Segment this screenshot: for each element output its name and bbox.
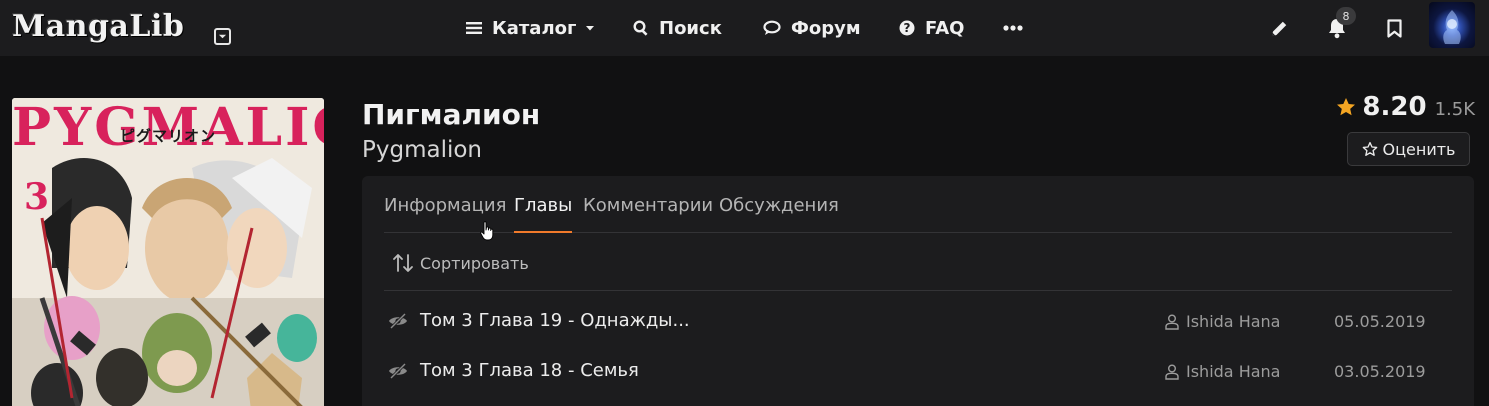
rating-votes: 1.5K bbox=[1434, 99, 1475, 120]
chapter-title[interactable]: Том 3 Глава 18 - Семья bbox=[420, 360, 639, 381]
nav-faq[interactable]: ? FAQ bbox=[899, 0, 964, 56]
manga-title: Пигмалион bbox=[362, 98, 541, 131]
rate-button-label: Оценить bbox=[1382, 139, 1456, 159]
tab-comments[interactable]: Комментарии bbox=[583, 195, 713, 233]
nav-more-button[interactable] bbox=[1003, 0, 1033, 56]
chat-icon bbox=[763, 20, 781, 35]
manga-subtitle: Pygmalion bbox=[362, 137, 483, 163]
manga-cover-image: PYGMALION ピグマリオン 3 bbox=[12, 98, 324, 406]
nav-faq-label: FAQ bbox=[925, 17, 965, 39]
chapter-uploader[interactable]: Ishida Hana bbox=[1165, 312, 1280, 331]
hand-cursor-icon bbox=[480, 221, 494, 241]
bookmark-icon[interactable] bbox=[1382, 16, 1406, 40]
star-icon bbox=[1337, 98, 1356, 116]
nav-catalog[interactable]: Каталог bbox=[466, 0, 595, 56]
star-outline-icon bbox=[1362, 141, 1377, 156]
tab-chapters[interactable]: Главы bbox=[514, 195, 573, 233]
content-panel: Информация Главы Комментарии Обсуждения … bbox=[362, 176, 1474, 406]
user-icon bbox=[1165, 364, 1179, 380]
nav-forum-label: Форум bbox=[791, 17, 861, 39]
chapter-row[interactable]: Том 3 Глава 19 - Однажды... Ishida Hana … bbox=[384, 298, 1452, 348]
list-icon bbox=[466, 22, 482, 34]
logo-dropdown-icon[interactable] bbox=[214, 28, 231, 45]
user-icon bbox=[1165, 314, 1179, 330]
ellipsis-icon bbox=[1003, 25, 1023, 31]
notifications-badge: 8 bbox=[1336, 7, 1356, 25]
uploader-name: Ishida Hana bbox=[1186, 312, 1281, 331]
sort-button[interactable]: Сортировать bbox=[392, 253, 529, 273]
top-header: MangaLib Каталог Поиск Форум ? FAQ 8 bbox=[0, 0, 1489, 56]
chapter-date: 03.05.2019 bbox=[1334, 362, 1426, 381]
nav-forum[interactable]: Форум bbox=[763, 0, 861, 56]
site-logo[interactable]: MangaLib bbox=[12, 9, 184, 44]
chapter-uploader[interactable]: Ishida Hana bbox=[1165, 362, 1280, 381]
svg-text:?: ? bbox=[904, 21, 911, 35]
nav-search-label: Поиск bbox=[659, 17, 722, 39]
tab-bar: Информация Главы Комментарии Обсуждения bbox=[384, 176, 1452, 241]
pencil-icon[interactable] bbox=[1267, 16, 1291, 40]
chapter-row[interactable]: Том 3 Глава 18 - Семья Ishida Hana 03.05… bbox=[384, 348, 1452, 398]
nav-catalog-label: Каталог bbox=[492, 17, 577, 39]
cover-volume-number: 3 bbox=[24, 176, 50, 218]
search-icon bbox=[633, 20, 648, 36]
divider bbox=[384, 290, 1452, 291]
uploader-name: Ishida Hana bbox=[1186, 362, 1281, 381]
rating-score: 8.20 bbox=[1362, 92, 1427, 122]
sort-arrows-icon bbox=[393, 254, 413, 272]
cover-subtitle-art: ピグマリオン bbox=[120, 127, 217, 145]
nav-search[interactable]: Поиск bbox=[633, 0, 722, 56]
eye-slash-icon bbox=[389, 363, 407, 379]
chapter-date: 05.05.2019 bbox=[1334, 312, 1426, 331]
eye-slash-icon bbox=[389, 313, 407, 329]
rating-summary: 8.20 1.5K bbox=[1336, 92, 1475, 122]
sort-label: Сортировать bbox=[420, 253, 529, 273]
tab-discussions[interactable]: Обсуждения bbox=[719, 195, 839, 233]
chevron-down-icon bbox=[586, 26, 595, 31]
user-avatar[interactable] bbox=[1429, 2, 1475, 48]
rate-button[interactable]: Оценить bbox=[1347, 132, 1470, 166]
question-icon: ? bbox=[899, 20, 915, 36]
chapter-title[interactable]: Том 3 Глава 19 - Однажды... bbox=[420, 310, 690, 331]
